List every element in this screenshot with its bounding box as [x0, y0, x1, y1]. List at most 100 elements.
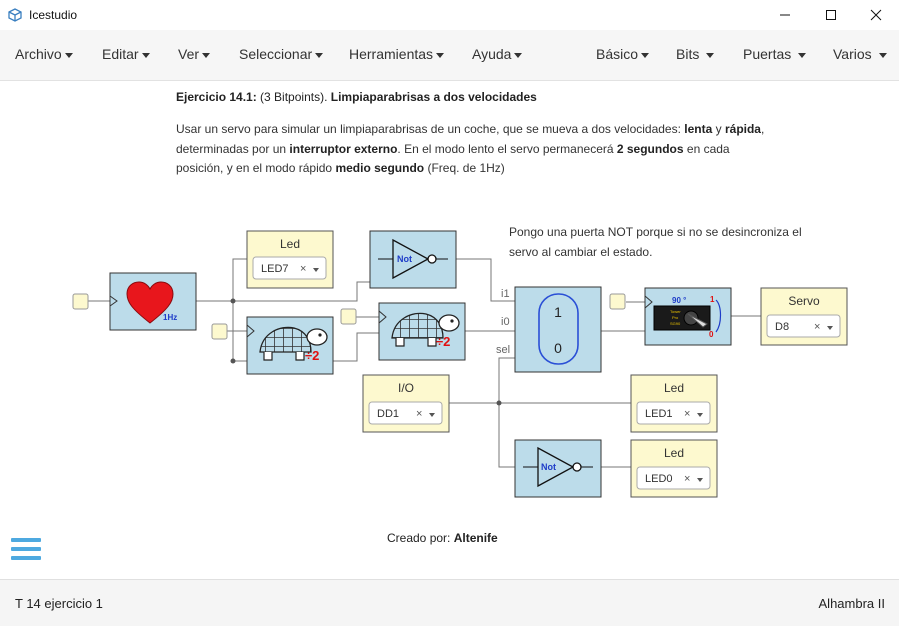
credit-author: Altenife [453, 531, 498, 545]
menu-basico[interactable]: Básico [596, 46, 650, 62]
led1-pin-value: LED1 [645, 408, 673, 420]
caret-down-icon [706, 52, 715, 58]
not-label: Not [397, 254, 412, 264]
not-gate-bottom[interactable]: Not [514, 439, 602, 498]
menu-ayuda-label: Ayuda [472, 46, 512, 62]
text-fragment: . En el modo lento el servo permanecerá [397, 141, 617, 156]
board-name[interactable]: Alhambra II [819, 596, 885, 611]
mux-bottom-label: 0 [554, 340, 562, 356]
servo-chip-label: Pro [672, 315, 679, 320]
divider1-input-port[interactable] [211, 323, 228, 340]
turtle-divider-1[interactable]: ÷2 [246, 316, 334, 375]
hamburger-menu-icon[interactable] [11, 538, 41, 564]
text-fragment: lenta [684, 122, 713, 136]
credit-prefix: Creado por: [387, 531, 454, 545]
text-fragment: posición, y en el modo rápido [176, 161, 336, 175]
menu-editar-label: Editar [102, 46, 139, 62]
maximize-button[interactable] [808, 0, 854, 30]
led1-block[interactable]: Led LED1 × [630, 374, 718, 433]
icestudio-logo-icon [8, 8, 22, 22]
heading-prefix: Ejercicio 14.1: [176, 90, 257, 104]
maximize-icon [826, 10, 836, 20]
not-gate-top[interactable]: Not [369, 230, 457, 289]
io-input-block[interactable]: I/O DD1 × [362, 374, 450, 433]
text-fragment: rápida [724, 122, 761, 136]
menu-archivo-label: Archivo [15, 46, 62, 62]
menu-ayuda[interactable]: Ayuda [472, 46, 523, 62]
servo-position-label: 1 [710, 295, 715, 304]
divider-label: ÷2 [436, 334, 450, 349]
exercise-heading: Ejercicio 14.1: (3 Bitpoints). Limpiapar… [176, 90, 537, 104]
servo-input-port[interactable] [609, 293, 626, 310]
servo-title: Servo [788, 294, 820, 308]
caret-down-icon [64, 52, 73, 58]
clear-icon[interactable]: × [814, 321, 820, 333]
clear-icon[interactable]: × [684, 408, 690, 420]
io-pin-value: DD1 [377, 408, 399, 420]
menu-archivo[interactable]: Archivo [15, 46, 73, 62]
caret-down-icon [798, 52, 807, 58]
caret-down-icon [436, 52, 445, 58]
text-fragment: 2 segundos [616, 141, 684, 156]
clear-icon[interactable]: × [684, 473, 690, 485]
turtle-divider-2[interactable]: ÷2 [378, 302, 466, 361]
io-title: I/O [398, 381, 414, 395]
divider2-input-port[interactable] [340, 308, 357, 325]
menu-ver[interactable]: Ver [178, 46, 211, 62]
info-note: Pongo una puerta NOT porque si no se des… [509, 223, 829, 262]
menu-herramientas[interactable]: Herramientas [349, 46, 445, 62]
led7-block[interactable]: Led LED7 × [246, 230, 334, 289]
led7-pin-value: LED7 [261, 263, 289, 275]
minimize-icon [780, 14, 790, 16]
servo-output-block[interactable]: Servo D8 × [760, 287, 848, 346]
exercise-description: Usar un servo para simular un limpiapara… [176, 120, 796, 179]
project-name: T 14 ejercicio 1 [15, 596, 103, 611]
note-line-1: Pongo una puerta NOT porque si no se des… [509, 225, 802, 239]
title-bar: Icestudio [0, 0, 899, 30]
text-fragment: y [712, 122, 725, 136]
menu-bits[interactable]: Bits [676, 46, 715, 62]
mux-input-i0-label: i0 [501, 316, 510, 328]
credit-line: Creado por: Altenife [387, 531, 498, 545]
menu-seleccionar[interactable]: Seleccionar [239, 46, 324, 62]
clock-input-port[interactable] [72, 293, 89, 310]
text-fragment: , [760, 122, 765, 136]
menu-bits-label: Bits [676, 46, 700, 62]
text-fragment: en cada [683, 141, 730, 156]
close-icon [870, 9, 882, 21]
servo-pin-value: D8 [775, 321, 789, 333]
caret-down-icon [202, 52, 211, 58]
clear-icon[interactable]: × [300, 263, 306, 275]
caret-down-icon [514, 52, 523, 58]
led1-title: Led [664, 381, 684, 395]
clear-icon[interactable]: × [416, 408, 422, 420]
servo-position-label: 0 [709, 330, 714, 339]
text-fragment: interruptor externo [289, 141, 398, 156]
heart-1hz-block[interactable]: 1Hz [109, 272, 197, 331]
servo-chip-label: Tower [670, 309, 681, 314]
caret-down-icon [315, 52, 324, 58]
led0-block[interactable]: Led LED0 × [630, 439, 718, 498]
servo-angle-label: 90 ° [672, 296, 686, 305]
heading-title: Limpiaparabrisas a dos velocidades [330, 90, 537, 104]
menu-seleccionar-label: Seleccionar [239, 46, 313, 62]
note-line-2: servo al cambiar el estado. [509, 244, 653, 259]
menu-varios[interactable]: Varios [833, 46, 887, 62]
menu-puertas[interactable]: Puertas [743, 46, 807, 62]
minimize-button[interactable] [762, 0, 808, 30]
servo-controller-block[interactable]: 90 ° Tower Pro SG90 1 0 [644, 287, 732, 346]
status-bar: T 14 ejercicio 1 Alhambra II [0, 579, 899, 626]
menu-editar[interactable]: Editar [102, 46, 150, 62]
description-line-3: posición, y en el modo rápido medio segu… [176, 159, 796, 179]
text-fragment: (Freq. de 1Hz) [424, 161, 505, 175]
menu-ver-label: Ver [178, 46, 200, 62]
text-fragment: determinadas por un [176, 141, 290, 156]
caret-down-icon [641, 52, 650, 58]
menu-varios-label: Varios [833, 46, 872, 62]
text-fragment: Usar un servo para simular un limpiapara… [176, 122, 685, 136]
close-button[interactable] [853, 0, 899, 30]
divider-label: ÷2 [305, 348, 319, 363]
menu-bar: Archivo Editar Ver Seleccionar Herramien… [0, 30, 899, 81]
description-line-2: determinadas por un interruptor externo.… [176, 140, 796, 160]
menu-herramientas-label: Herramientas [349, 46, 434, 62]
